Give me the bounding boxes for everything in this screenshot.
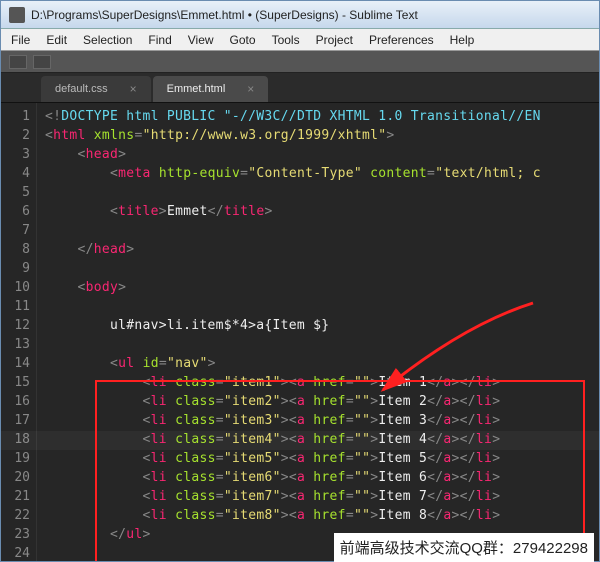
menu-find[interactable]: Find (140, 31, 179, 49)
line-number[interactable]: 19 (1, 449, 30, 468)
line-number[interactable]: 12 (1, 316, 30, 335)
line-number[interactable]: 3 (1, 145, 30, 164)
window-title: D:\Programs\SuperDesigns\Emmet.html • (S… (31, 8, 418, 22)
footer-watermark: 前端高级技术交流QQ群：279422298 (334, 533, 594, 562)
title-bar[interactable]: D:\Programs\SuperDesigns\Emmet.html • (S… (1, 1, 599, 29)
menu-file[interactable]: File (3, 31, 38, 49)
tool-button[interactable] (33, 55, 51, 69)
tool-button[interactable] (9, 55, 27, 69)
line-number[interactable]: 22 (1, 506, 30, 525)
tab-Emmet.html[interactable]: Emmet.html× (153, 76, 269, 102)
menu-bar: FileEditSelectionFindViewGotoToolsProjec… (1, 29, 599, 51)
line-number[interactable]: 11 (1, 297, 30, 316)
menu-view[interactable]: View (180, 31, 222, 49)
tool-bar (1, 51, 599, 73)
line-number[interactable]: 4 (1, 164, 30, 183)
close-icon[interactable]: × (247, 82, 254, 96)
line-number[interactable]: 1 (1, 107, 30, 126)
line-number[interactable]: 14 (1, 354, 30, 373)
line-number[interactable]: 20 (1, 468, 30, 487)
line-number[interactable]: 10 (1, 278, 30, 297)
menu-tools[interactable]: Tools (264, 31, 308, 49)
menu-help[interactable]: Help (442, 31, 483, 49)
line-number[interactable]: 8 (1, 240, 30, 259)
menu-preferences[interactable]: Preferences (361, 31, 442, 49)
line-number[interactable]: 16 (1, 392, 30, 411)
menu-edit[interactable]: Edit (38, 31, 75, 49)
editor-area[interactable]: 123456789101112131415161718192021222324 … (1, 103, 599, 561)
line-number[interactable]: 7 (1, 221, 30, 240)
line-number[interactable]: 5 (1, 183, 30, 202)
tab-bar: default.css×Emmet.html× (1, 73, 599, 103)
close-icon[interactable]: × (130, 82, 137, 96)
app-icon (9, 7, 25, 23)
line-number[interactable]: 9 (1, 259, 30, 278)
line-number[interactable]: 2 (1, 126, 30, 145)
arrow-annotation (363, 295, 543, 405)
line-number[interactable]: 24 (1, 544, 30, 561)
line-number[interactable]: 21 (1, 487, 30, 506)
tab-default.css[interactable]: default.css× (41, 76, 151, 102)
line-number[interactable]: 6 (1, 202, 30, 221)
line-gutter[interactable]: 123456789101112131415161718192021222324 (1, 103, 37, 561)
menu-selection[interactable]: Selection (75, 31, 140, 49)
line-number[interactable]: 17 (1, 411, 30, 430)
line-number[interactable]: 15 (1, 373, 30, 392)
app-window: D:\Programs\SuperDesigns\Emmet.html • (S… (0, 0, 600, 562)
menu-project[interactable]: Project (308, 31, 361, 49)
line-number[interactable]: 13 (1, 335, 30, 354)
menu-goto[interactable]: Goto (222, 31, 264, 49)
line-number[interactable]: 23 (1, 525, 30, 544)
